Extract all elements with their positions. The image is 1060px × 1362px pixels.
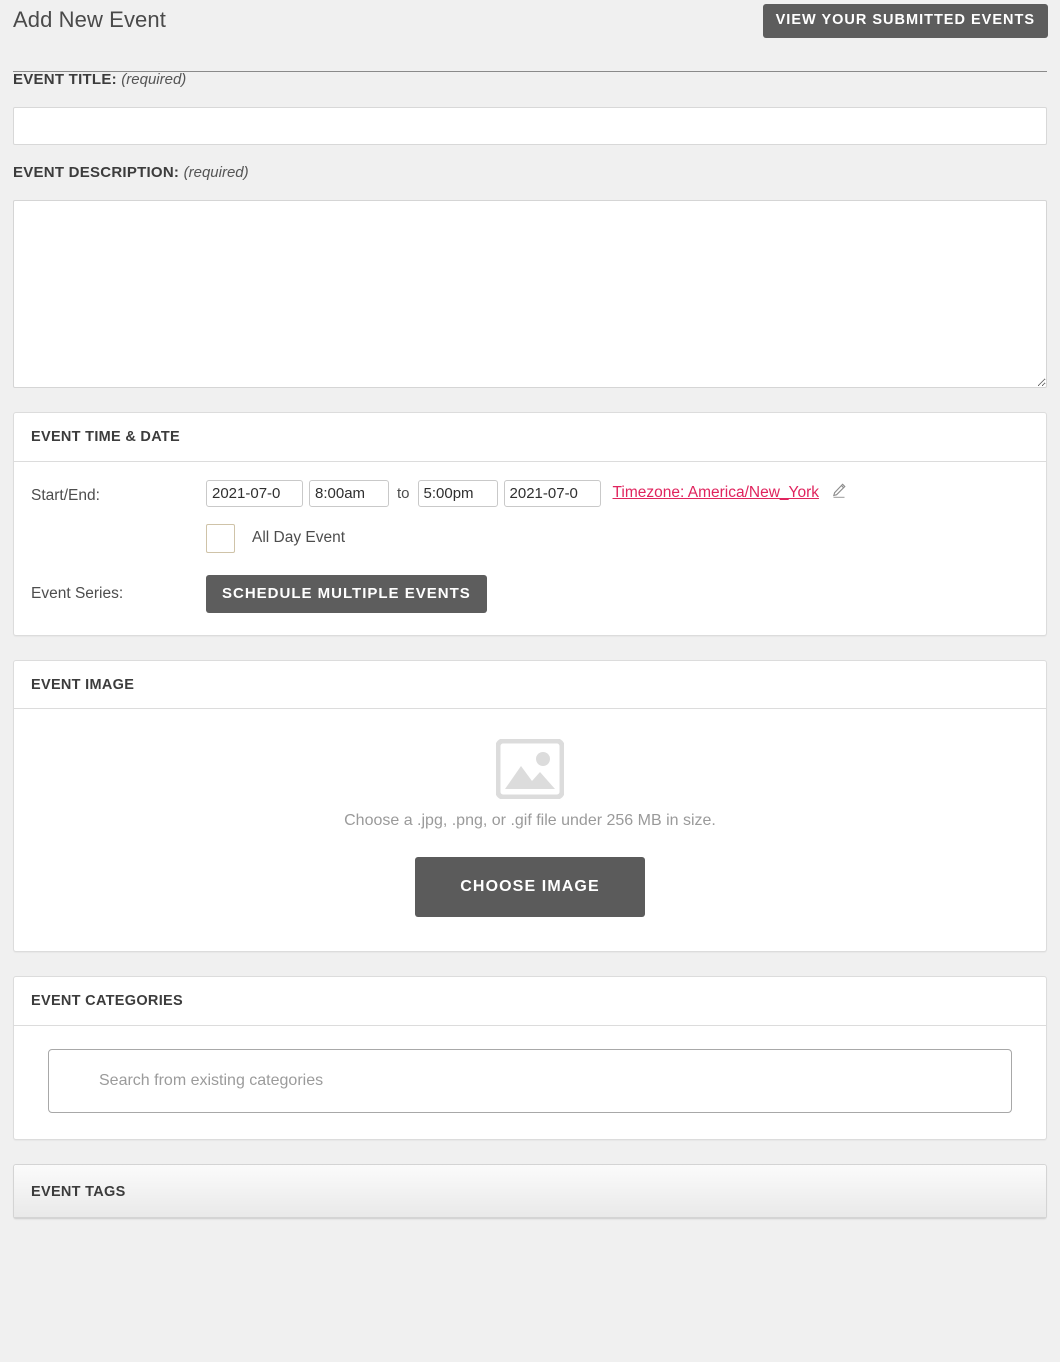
start-date-input[interactable] [206, 479, 303, 507]
event-title-field-block: EVENT TITLE: (required) [0, 72, 1060, 145]
start-end-label: Start/End: [31, 486, 100, 504]
end-time-input[interactable] [417, 479, 498, 507]
timezone-link[interactable]: Timezone: America/New_York [613, 484, 819, 502]
event-title-label: EVENT TITLE: (required) [13, 72, 1047, 87]
start-end-row: Start/End: to Timezone: America/New_York [31, 479, 1029, 507]
all-day-event-checkbox[interactable] [206, 523, 235, 553]
event-categories-panel-body [14, 1026, 1046, 1139]
schedule-multiple-events-button[interactable]: SCHEDULE MULTIPLE EVENTS [206, 574, 487, 613]
event-description-label-text: EVENT DESCRIPTION: [13, 164, 180, 181]
event-title-label-text: EVENT TITLE: [13, 71, 117, 88]
event-description-textarea[interactable] [13, 200, 1047, 388]
header-divider [13, 71, 1047, 72]
event-title-input[interactable] [13, 107, 1047, 145]
event-image-panel: EVENT IMAGE Choose a .jpg, .png, or .gif… [13, 659, 1047, 952]
event-title-required-note: (required) [121, 71, 187, 88]
page-title: Add New Event [13, 7, 166, 32]
event-description-field-block: EVENT DESCRIPTION: (required) [0, 165, 1060, 388]
event-description-required-note: (required) [183, 164, 249, 181]
event-tags-panel-title: EVENT TAGS [14, 1164, 1046, 1218]
start-time-input[interactable] [309, 479, 389, 507]
choose-image-button[interactable]: CHOOSE IMAGE [415, 857, 645, 917]
start-end-fields: to Timezone: America/New_York [206, 479, 848, 507]
all-day-event-label: All Day Event [252, 529, 346, 546]
event-time-date-panel-title: EVENT TIME & DATE [14, 413, 1046, 462]
event-categories-panel-title: EVENT CATEGORIES [14, 977, 1046, 1026]
event-series-label: Event Series: [31, 584, 124, 602]
category-search-input[interactable] [48, 1048, 1012, 1113]
event-time-date-panel-body: Start/End: to Timezone: America/New_York [14, 462, 1046, 635]
page-header: Add New Event VIEW YOUR SUBMITTED EVENTS [0, 0, 1060, 72]
view-submitted-events-button[interactable]: VIEW YOUR SUBMITTED EVENTS [762, 4, 1048, 38]
event-series-row: Event Series: SCHEDULE MULTIPLE EVENTS [31, 574, 1029, 613]
all-day-event-row: All Day Event [31, 523, 1029, 553]
event-categories-panel: EVENT CATEGORIES [13, 976, 1047, 1140]
event-image-panel-body: Choose a .jpg, .png, or .gif file under … [14, 709, 1046, 951]
end-date-input[interactable] [503, 479, 601, 507]
event-description-label: EVENT DESCRIPTION: (required) [13, 165, 1047, 180]
event-tags-panel: EVENT TAGS [13, 1163, 1047, 1219]
event-image-panel-title: EVENT IMAGE [14, 661, 1046, 709]
image-placeholder-icon [495, 738, 565, 800]
event-time-date-panel: EVENT TIME & DATE Start/End: to Timezone… [13, 412, 1047, 636]
event-image-hint: Choose a .jpg, .png, or .gif file under … [344, 812, 716, 829]
pencil-icon[interactable] [831, 482, 848, 504]
to-separator-label: to [397, 484, 410, 502]
